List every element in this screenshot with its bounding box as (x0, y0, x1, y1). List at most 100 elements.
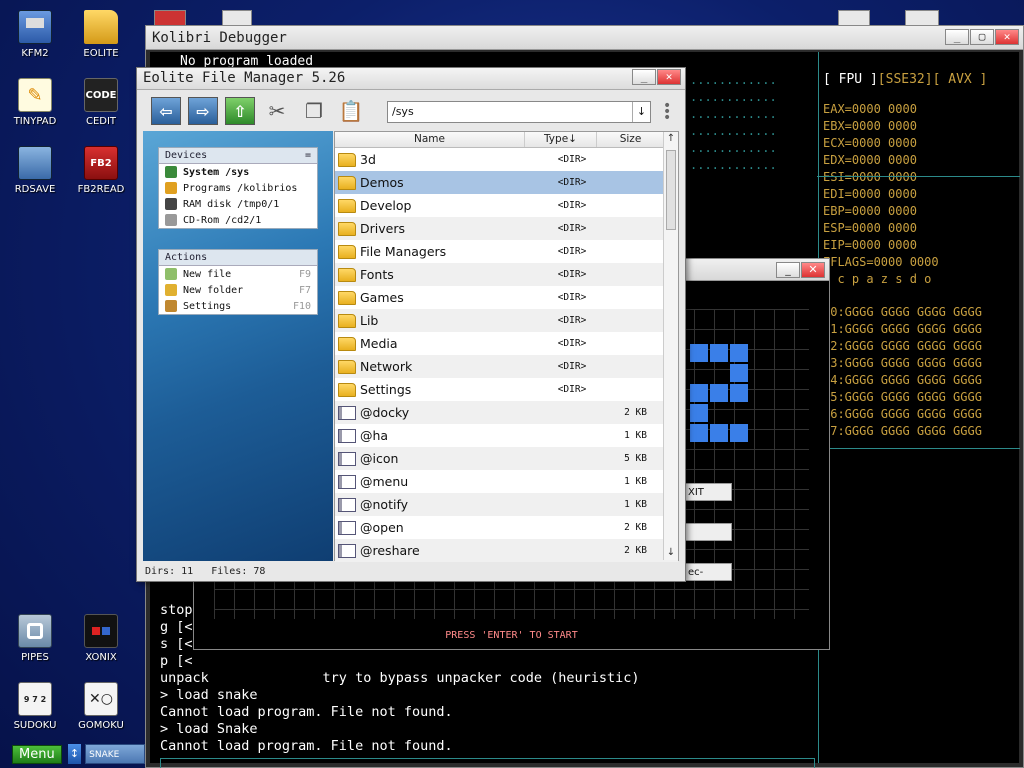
file-row[interactable]: 3d <DIR> (335, 148, 678, 171)
copy-button[interactable]: ❐ (299, 97, 329, 125)
ram-save-icon (18, 146, 52, 180)
desktop-icon-tinypad[interactable]: ✎ TINYPAD (0, 78, 70, 127)
file-type: <DIR> (557, 338, 587, 349)
tab-avx[interactable]: [ AVX ] (933, 72, 988, 87)
file-row[interactable]: @notify 1 KB (335, 493, 678, 516)
desktop-icon-sudoku[interactable]: 9 7 2 SUDOKU (0, 682, 70, 731)
actions-list: New file F9 New folder F7 Settings F10 (159, 266, 317, 314)
forward-button[interactable]: ⇨ (188, 97, 218, 125)
scroll-down-icon[interactable]: ↓ (664, 546, 678, 560)
switch-icon[interactable]: ↕ (67, 744, 82, 764)
scrollbar-thumb[interactable] (666, 150, 676, 230)
file-name: Media (360, 336, 398, 351)
minimize-icon[interactable]: _ (945, 29, 969, 45)
eolite-title-bar[interactable]: Eolite File Manager 5.26 _ ✕ (137, 68, 685, 90)
settings-icon (165, 300, 177, 312)
file-row[interactable]: Network <DIR> (335, 355, 678, 378)
register-line: EDI=0000 0000 (823, 187, 917, 201)
eolite-toolbar: ⇦ ⇨ ⇧ ✂ ❐ 📋 /sys ↓ • • • (137, 91, 685, 131)
device-item[interactable]: Programs /kolibrios (159, 180, 317, 196)
column-name[interactable]: Name (335, 132, 525, 147)
file-row[interactable]: Drivers <DIR> (335, 217, 678, 240)
kebab-menu-icon[interactable]: • • • (663, 99, 671, 125)
file-list-scrollbar[interactable]: ↑ ↓ (663, 132, 678, 560)
desktop-icon-fb2read[interactable]: FB2 FB2READ (66, 146, 136, 195)
desktop-icon-label: XONIX (85, 652, 117, 663)
file-row[interactable]: Media <DIR> (335, 332, 678, 355)
close-icon[interactable]: ✕ (657, 69, 681, 85)
up-button[interactable]: ⇧ (225, 97, 255, 125)
tray-icon[interactable] (838, 10, 870, 26)
fpu-register-line: 12:GGGG GGGG GGGG GGGG (823, 339, 982, 353)
device-item[interactable]: System /sys (159, 164, 317, 180)
tray-icon[interactable] (154, 10, 186, 26)
collapse-icon[interactable]: = (305, 150, 311, 161)
snake-exit-button[interactable]: XIT (684, 483, 732, 501)
action-item[interactable]: Settings F10 (159, 298, 317, 314)
file-row[interactable]: Games <DIR> (335, 286, 678, 309)
notepad-icon: ✎ (18, 78, 52, 112)
desktop-icon-pipes[interactable]: PIPES (0, 614, 70, 663)
paste-button[interactable]: 📋 (336, 97, 366, 125)
file-row[interactable]: @docky 2 KB (335, 401, 678, 424)
menu-button[interactable]: Menu (12, 744, 62, 764)
tray-icon[interactable] (222, 10, 252, 26)
taskbar-item-snake[interactable]: SNAKE (85, 744, 145, 764)
devices-panel-header[interactable]: Devices = (159, 148, 317, 164)
file-row[interactable]: Develop <DIR> (335, 194, 678, 217)
debugger-command-input[interactable] (160, 758, 815, 768)
path-input[interactable]: /sys ↓ (387, 101, 651, 123)
close-icon[interactable]: ✕ (801, 262, 825, 278)
back-button[interactable]: ⇦ (151, 97, 181, 125)
file-name: Settings (360, 382, 412, 397)
device-item[interactable]: CD-Rom /cd2/1 (159, 212, 317, 228)
file-row[interactable]: @menu 1 KB (335, 470, 678, 493)
file-type: <DIR> (557, 269, 587, 280)
file-row[interactable]: @reshare 2 KB (335, 539, 678, 562)
debugger-window-buttons: _ ▢ ✕ (944, 29, 1019, 45)
file-row[interactable]: Settings <DIR> (335, 378, 678, 401)
cut-button[interactable]: ✂ (262, 97, 292, 125)
device-item[interactable]: RAM disk /tmp0/1 (159, 196, 317, 212)
file-rows: 3d <DIR> Demos <DIR> Develop <DIR> Drivers <DIR… (335, 148, 678, 562)
desktop-icon-xonix[interactable]: XONIX (66, 614, 136, 663)
scroll-up-icon[interactable]: ↑ (664, 132, 678, 146)
file-name: @menu (360, 474, 409, 489)
file-name: Lib (360, 313, 379, 328)
fpu-register-list: 10:GGGG GGGG GGGG GGGG 11:GGGG GGGG GGGG … (819, 304, 1019, 440)
desktop-icon-eolite[interactable]: EOLITE (66, 10, 136, 59)
action-item[interactable]: New folder F7 (159, 282, 317, 298)
file-row[interactable]: Demos <DIR> (335, 171, 678, 194)
tab-fpu[interactable]: [ FPU ] (823, 72, 878, 87)
file-row[interactable]: Lib <DIR> (335, 309, 678, 332)
column-size[interactable]: Size (597, 132, 665, 147)
desktop-icon-rdsave[interactable]: RDSAVE (0, 146, 70, 195)
actions-panel-header[interactable]: Actions (159, 250, 317, 266)
chevron-down-icon[interactable]: ↓ (632, 102, 650, 122)
minimize-icon[interactable]: _ (776, 262, 800, 278)
snake-button[interactable] (684, 523, 732, 541)
debugger-divider (817, 448, 1020, 449)
close-icon[interactable]: ✕ (995, 29, 1019, 45)
snake-dec-button[interactable]: ec- (684, 563, 732, 581)
desktop-icon-cedit[interactable]: CODE CEDIT (66, 78, 136, 127)
file-row[interactable]: @open 2 KB (335, 516, 678, 539)
taskbar: Menu ↕ SNAKE (0, 740, 145, 768)
minimize-icon[interactable]: _ (632, 69, 656, 85)
desktop-icon-gomoku[interactable]: ✕○ GOMOKU (66, 682, 136, 731)
file-row[interactable]: @ha 1 KB (335, 424, 678, 447)
desktop-icon-kfm2[interactable]: KFM2 (0, 10, 70, 59)
debugger-title-bar[interactable]: Kolibri Debugger _ ▢ ✕ (146, 26, 1023, 50)
register-list: EAX=0000 0000 EBX=0000 0000 ECX=0000 0000 E… (819, 101, 1019, 271)
tab-sse32[interactable]: [SSE32] (878, 72, 933, 87)
floppy-icon (18, 10, 52, 44)
file-row[interactable]: Fonts <DIR> (335, 263, 678, 286)
file-type: <DIR> (557, 292, 587, 303)
action-item[interactable]: New file F9 (159, 266, 317, 282)
tray-icon[interactable] (905, 10, 939, 26)
file-row[interactable]: @icon 5 KB (335, 447, 678, 470)
file-row[interactable]: File Managers <DIR> (335, 240, 678, 263)
maximize-icon[interactable]: ▢ (970, 29, 994, 45)
register-line: EBX=0000 0000 (823, 119, 917, 133)
column-type[interactable]: Type↓ (525, 132, 597, 147)
